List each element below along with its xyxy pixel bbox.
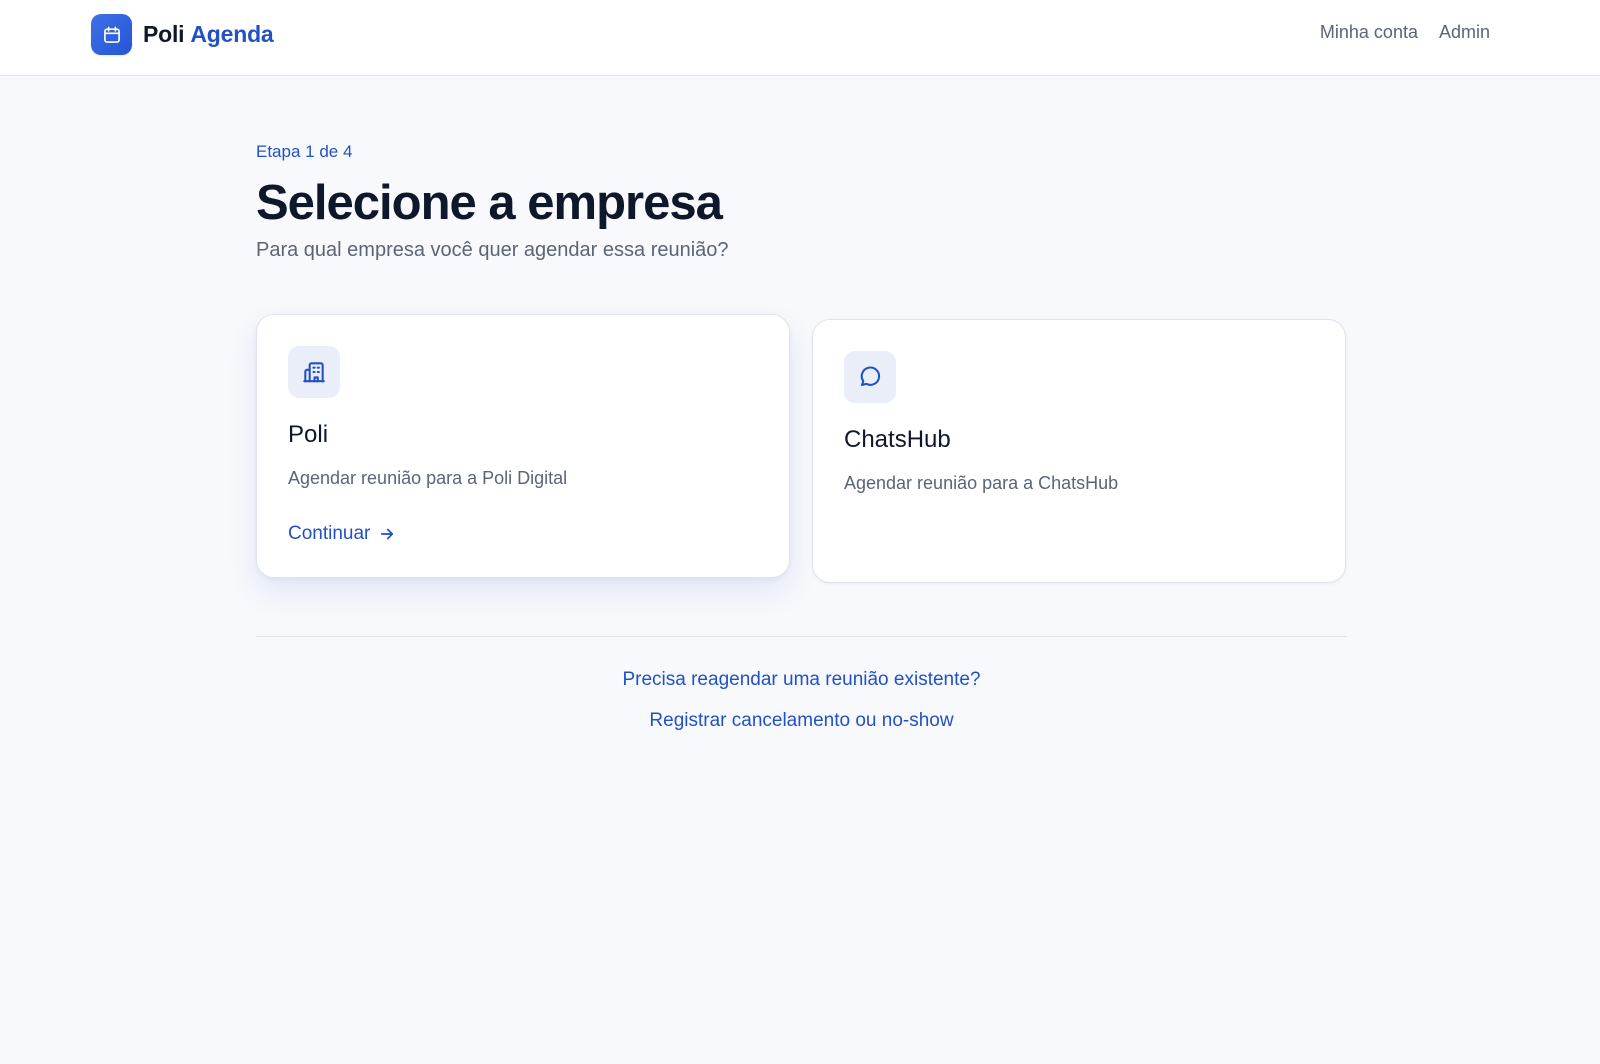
brand-name-second: Agenda	[190, 21, 274, 47]
top-bar: Poli Agenda Minha conta Admin	[0, 0, 1600, 76]
cancellation-link[interactable]: Registrar cancelamento ou no-show	[256, 709, 1347, 733]
page-header: Etapa 1 de 4 Selecione a empresa Para qu…	[256, 140, 1346, 264]
chat-bubble-icon	[844, 351, 896, 403]
company-description: Agendar reunião para a Poli Digital	[288, 468, 568, 488]
continue-link[interactable]: Continuar	[288, 522, 396, 546]
top-nav: Minha conta Admin	[1320, 22, 1490, 43]
company-name: Poli	[288, 421, 329, 448]
continue-label: Continuar	[288, 523, 371, 544]
section-divider	[256, 636, 1347, 637]
nav-link-minha-conta[interactable]: Minha conta	[1320, 22, 1418, 43]
calendar-icon	[91, 14, 132, 55]
brand[interactable]: Poli Agenda	[91, 14, 274, 55]
secondary-links: Precisa reagendar uma reunião existente?…	[256, 668, 1347, 733]
brand-name-first: Poli	[143, 21, 185, 47]
building-icon	[288, 346, 340, 398]
page-subtitle: Para qual empresa você quer agendar essa…	[256, 239, 729, 261]
reschedule-link[interactable]: Precisa reagendar uma reunião existente?	[256, 668, 1347, 692]
company-description: Agendar reunião para a ChatsHub	[844, 473, 1119, 493]
nav-link-admin[interactable]: Admin	[1439, 22, 1490, 43]
step-indicator: Etapa 1 de 4	[256, 142, 353, 161]
company-card-chatshub[interactable]: ChatsHub Agendar reunião para a ChatsHub	[812, 319, 1346, 583]
arrow-right-icon	[381, 528, 394, 540]
company-name: ChatsHub	[844, 426, 951, 453]
company-card-poli[interactable]: Poli Agendar reunião para a Poli Digital…	[256, 314, 790, 578]
brand-name: Poli Agenda	[143, 21, 274, 48]
page-title: Selecione a empresa	[256, 176, 723, 230]
